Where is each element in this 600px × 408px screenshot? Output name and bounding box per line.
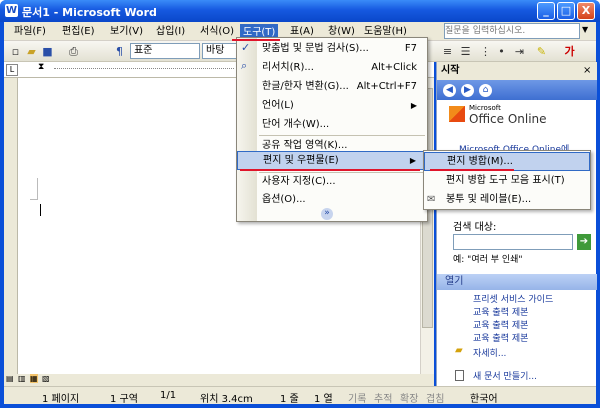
menu-insert[interactable]: 삽입(I) [154, 24, 187, 39]
tools-hanja-convert[interactable]: 한글/한자 변환(G)... Alt+Ctrl+F7 [237, 77, 427, 96]
status-bar: 1 페이지 1 구역 1/1 위치 3.4cm 1 줄 1 열 기록 추적 확장… [4, 386, 596, 405]
search-label: 검색 대상: [453, 222, 497, 233]
font-combo[interactable]: 바탕 [202, 43, 238, 59]
tab-selector-icon[interactable]: L [6, 64, 18, 76]
maximize-button[interactable]: □ [557, 2, 575, 20]
home-icon[interactable]: ⌂ [479, 84, 492, 97]
status-section: 1 구역 [110, 394, 138, 405]
status-line: 1 줄 [280, 394, 299, 405]
annotation-underline [240, 169, 420, 171]
title-bar: W 문서1 - Microsoft Word _ □ X [0, 0, 600, 22]
open-section-header: 열기 [437, 274, 597, 290]
search-go-button[interactable]: ➔ [577, 234, 591, 250]
task-pane: 시작 × ◀ ▶ ⌂ Microsoft Office Online Micro… [436, 62, 597, 386]
text-cursor[interactable] [40, 204, 41, 216]
task-pane-title: 시작 [437, 62, 597, 80]
tools-menu: ✓ 맞춤법 및 문법 검사(S)... F7 ⌕ 리서치(R)... Alt+Cli… [236, 37, 428, 222]
status-page: 1 페이지 [42, 394, 80, 405]
close-button[interactable]: X [577, 2, 595, 20]
view-web-icon[interactable]: ▥ [18, 374, 26, 383]
more-files-link[interactable]: 자세히... [473, 346, 506, 359]
open-file-item[interactable]: 교육 출력 제본 [473, 331, 528, 344]
tools-letters-mailings[interactable]: 편지 및 우편물(E) ▶ [237, 151, 427, 170]
menu-view[interactable]: 보기(V) [108, 24, 145, 39]
save-icon[interactable]: ■ [40, 44, 55, 59]
menu-format[interactable]: 서식(O) [198, 24, 236, 39]
status-position: 위치 3.4cm [200, 394, 253, 405]
status-rec[interactable]: 기록 [348, 390, 366, 405]
word-window: W 문서1 - Microsoft Word _ □ X 파일(F) 편집(E)… [0, 0, 600, 408]
open-folder-icon[interactable]: ▰ [24, 44, 39, 59]
tools-spellcheck[interactable]: 맞춤법 및 문법 검사(S)... F7 [237, 39, 427, 58]
bullets-icon[interactable]: • [494, 44, 509, 59]
view-normal-icon[interactable]: ▤ [6, 374, 14, 383]
tools-customize[interactable]: 사용자 지정(C)... [237, 172, 427, 191]
menu-edit[interactable]: 편집(E) [60, 24, 97, 39]
indent-icon[interactable]: ⇥ [512, 44, 527, 59]
task-pane-nav: ◀ ▶ ⌂ [437, 80, 597, 100]
annotation-underline [232, 39, 280, 41]
open-file-item[interactable]: 프리셋 서비스 가이드 [473, 292, 553, 305]
submenu-arrow-icon: ▶ [409, 156, 416, 165]
print-icon[interactable]: ⎙ [66, 44, 81, 59]
mail-merge-toolbar-item[interactable]: 편지 병합 도구 모음 표시(T) [424, 171, 590, 190]
folder-icon: ▰ [455, 345, 463, 356]
new-document-link[interactable]: 새 문서 만들기... [473, 369, 537, 382]
menu-file[interactable]: 파일(F) [12, 24, 48, 39]
line-spacing-icon[interactable]: ☰ [458, 44, 473, 59]
view-outline-icon[interactable]: ▧ [42, 374, 50, 383]
status-pages: 1/1 [160, 390, 177, 401]
tools-options[interactable]: 옵션(O)... [237, 190, 427, 209]
back-icon[interactable]: ◀ [443, 84, 456, 97]
tools-language[interactable]: 언어(L) ▶ [237, 96, 427, 115]
status-language: 한국어 [470, 394, 498, 405]
status-column: 1 열 [314, 394, 333, 405]
new-document-page-icon [455, 370, 464, 381]
indent-marker-icon[interactable]: ⧗ [38, 62, 44, 72]
window-title: 문서1 - Microsoft Word [22, 6, 157, 19]
style-icon[interactable]: ¶ [112, 44, 127, 59]
submenu-arrow-icon: ▶ [410, 101, 417, 110]
help-search-input[interactable] [444, 23, 580, 39]
view-buttons-bar: ▤ ▥ ▦ ▧ [4, 374, 434, 386]
microsoft-label: Microsoft [469, 104, 501, 112]
numbering-icon[interactable]: ⋮ [478, 44, 493, 59]
word-app-icon[interactable]: W [5, 4, 18, 17]
office-online-label: Office Online [469, 112, 547, 126]
envelopes-labels-item[interactable]: 봉투 및 레이블(E)... [424, 190, 590, 209]
minimize-button[interactable]: _ [537, 2, 555, 20]
open-file-item[interactable]: 교육 출력 제본 [473, 318, 528, 331]
annotation-underline [430, 169, 514, 171]
status-ovr[interactable]: 겹침 [426, 390, 444, 405]
style-combo[interactable]: 표준 [130, 43, 200, 59]
new-document-icon[interactable]: ▫ [8, 44, 23, 59]
vertical-ruler [4, 78, 18, 374]
office-logo-icon [449, 106, 465, 122]
task-pane-close-icon[interactable]: × [583, 65, 591, 76]
view-print-icon[interactable]: ▦ [30, 374, 38, 383]
align-justify-icon[interactable]: ≡ [440, 44, 455, 59]
open-file-item[interactable]: 교육 출력 제본 [473, 305, 528, 318]
search-example: 예: "여러 부 인쇄" [453, 255, 523, 265]
highlight-icon[interactable]: ✎ [534, 44, 549, 59]
mailings-submenu: 편지 병합(M)... 편지 병합 도구 모음 표시(T) ✉ 봉투 및 레이블… [423, 150, 591, 210]
status-ext[interactable]: 확장 [400, 390, 418, 405]
status-trk[interactable]: 추적 [374, 390, 392, 405]
help-dropdown-icon[interactable]: ▼ [582, 25, 588, 34]
expand-menu-icon[interactable]: » [321, 208, 333, 220]
task-search-input[interactable] [453, 234, 573, 250]
font-color-icon[interactable]: 가 [562, 44, 577, 59]
tools-word-count[interactable]: 단어 개수(W)... [237, 115, 427, 134]
forward-icon[interactable]: ▶ [461, 84, 474, 97]
tools-research[interactable]: 리서치(R)... Alt+Click [237, 58, 427, 77]
